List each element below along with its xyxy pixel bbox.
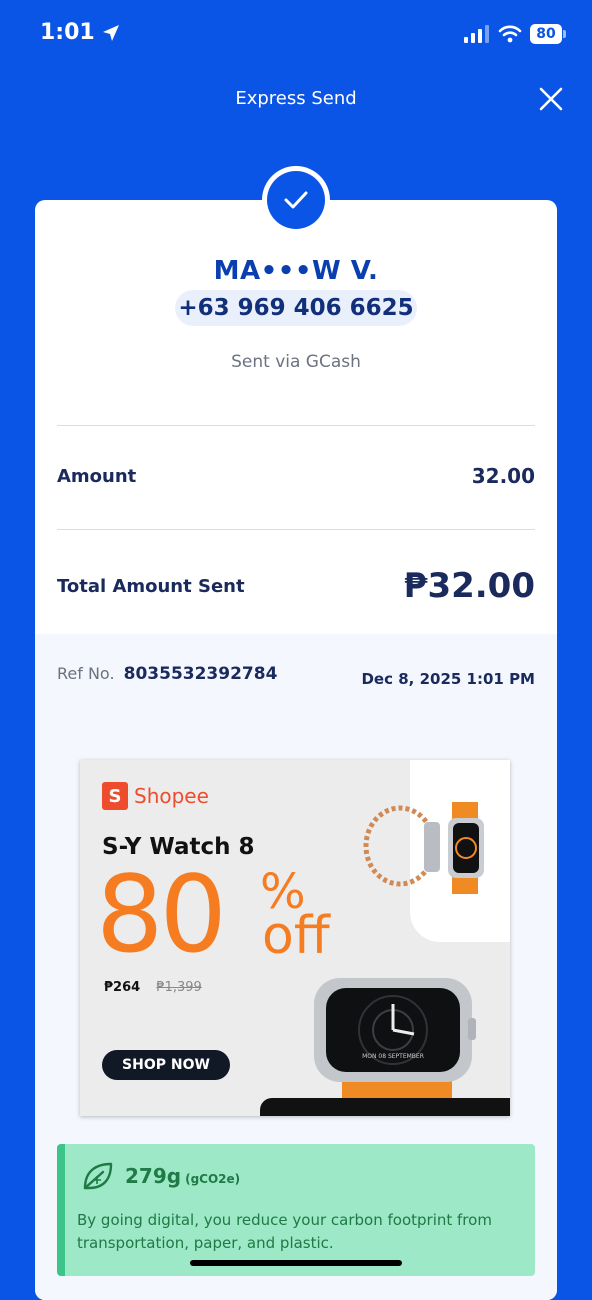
status-bar: 1:01 80 [0, 0, 592, 72]
reference-label: Ref No. [57, 664, 115, 683]
watch-face-date: MON 08 SEPTEMBER [362, 1053, 424, 1060]
status-time: 1:01 [40, 20, 121, 45]
leaf-icon [83, 1162, 113, 1190]
location-arrow-icon [102, 24, 119, 41]
shopee-bag-icon: S [102, 782, 128, 810]
reference-line: Ref No. 8035532392784 [57, 664, 277, 684]
banner-bottom-strip [260, 1098, 510, 1116]
status-time-text: 1:01 [40, 20, 95, 45]
home-indicator[interactable] [190, 1260, 402, 1266]
total-amount-label: Total Amount Sent [57, 576, 245, 597]
carbon-footprint-card: 279g (gCO2e) By going digital, you reduce… [57, 1144, 535, 1276]
divider [57, 425, 535, 426]
sale-price: ₱264 [104, 980, 141, 995]
amount-value: 32.00 [471, 464, 535, 488]
battery-cap [563, 30, 566, 38]
carbon-amount: 279g (gCO2e) [125, 1164, 240, 1188]
recipient-phone: +63 969 406 6625 [175, 290, 417, 326]
shopee-ad-banner[interactable]: S Shopee S-Y Watch 8 80 % off ₱264 ₱1,39… [80, 760, 510, 1116]
shopee-brand-text: Shopee [134, 784, 209, 808]
receipt-card: MA•••W V. +63 969 406 6625 Sent via GCas… [35, 200, 557, 1300]
receipt-details-section: Ref No. 8035532392784 Dec 8, 2025 1:01 P… [35, 634, 557, 1300]
page-title: Express Send [235, 88, 357, 109]
divider [57, 529, 535, 530]
transaction-datetime: Dec 8, 2025 1:01 PM [361, 670, 535, 688]
original-price: ₱1,399 [156, 980, 202, 995]
cellular-signal-icon [464, 25, 489, 43]
carbon-unit: (gCO2e) [185, 1172, 241, 1186]
battery-level: 80 [530, 24, 562, 44]
wifi-icon [498, 25, 522, 43]
checkmark-icon [284, 191, 308, 209]
success-circle [267, 171, 325, 229]
watch-product-image: MON 08 SEPTEMBER [314, 978, 476, 1116]
total-amount-value: ₱32.00 [403, 566, 535, 606]
battery-icon: 80 [530, 24, 566, 44]
discount-off: off [262, 906, 330, 966]
success-badge [262, 166, 330, 234]
amount-label: Amount [57, 466, 137, 487]
price-row: ₱264 ₱1,399 [104, 980, 202, 995]
recipient-name: MA•••W V. [213, 256, 379, 286]
close-icon [539, 87, 563, 111]
reference-number[interactable]: 8035532392784 [124, 664, 278, 684]
shop-now-button[interactable]: SHOP NOW [102, 1050, 230, 1080]
carbon-amount-value: 279g [125, 1164, 182, 1188]
shopee-logo: S Shopee [102, 782, 209, 810]
sent-via-label: Sent via GCash [231, 352, 361, 372]
watch-chain-image [363, 802, 484, 894]
discount-number: 80 [96, 853, 227, 976]
carbon-message: By going digital, you reduce your carbon… [77, 1211, 492, 1252]
close-button[interactable] [536, 84, 566, 114]
status-icons: 80 [464, 24, 566, 44]
